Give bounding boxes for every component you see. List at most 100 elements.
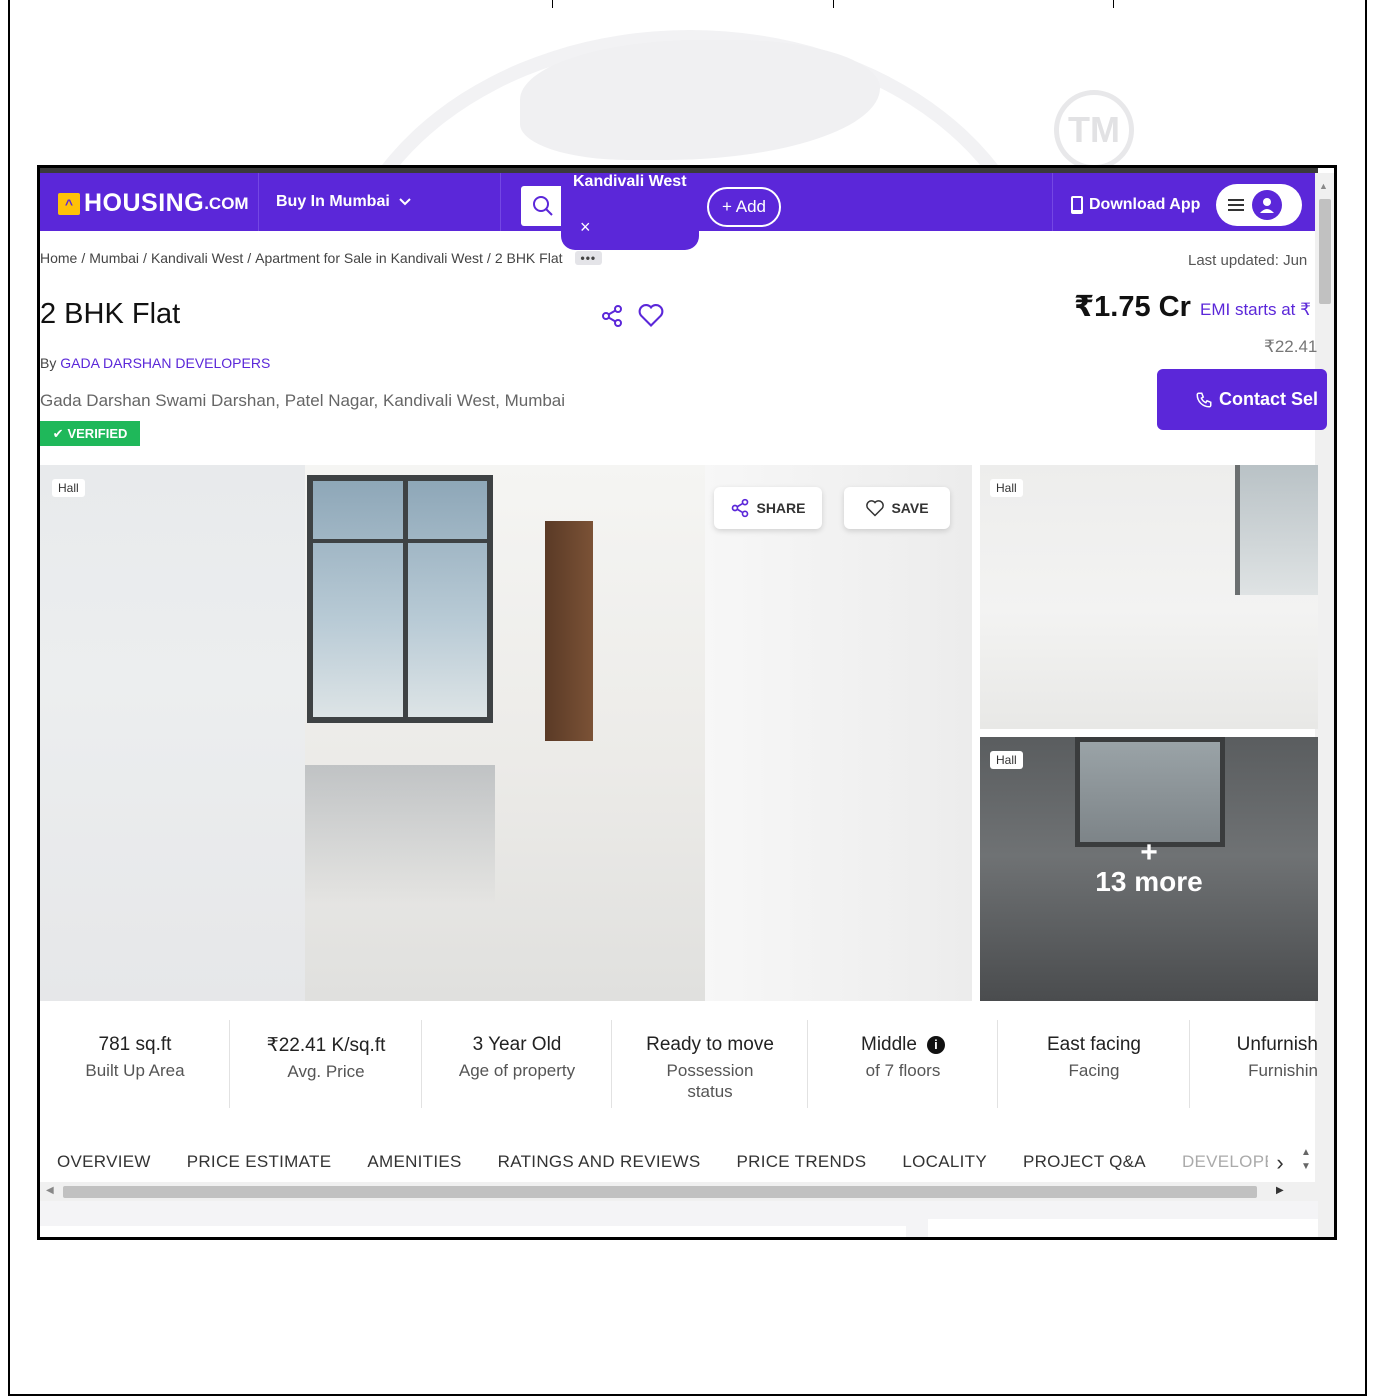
breadcrumb-city[interactable]: Mumbai [89,250,139,266]
save-button[interactable]: SAVE [844,487,950,529]
thumbnail-photo[interactable]: Hall [980,465,1318,729]
scroll-left-arrow-icon[interactable]: ◀ [46,1185,54,1196]
buy-menu-label: Buy In Mumbai [276,193,390,210]
gallery-blur-left [40,465,305,1001]
browser-window: ^ HOUSING .COM Buy In Mumbai Kandivali W… [37,165,1337,1240]
share-icon [732,498,749,518]
stat-furnishing: Unfurnish Furnishin [1190,1016,1318,1108]
breadcrumb-separator: / [81,250,86,266]
tab-ratings-and-reviews[interactable]: RATINGS AND REVIEWS [498,1152,701,1172]
stat-floor: Middle i of 7 floors [808,1016,998,1108]
contact-button-label: Contact Sel [1219,389,1319,409]
spin-up-icon[interactable]: ▲ [1301,1146,1311,1160]
window-mullion [403,481,408,717]
main-photo[interactable] [305,465,705,1001]
verified-badge: ✔ VERIFIED [40,421,140,446]
logo-sub: .COM [204,193,249,213]
horizontal-scroll-thumb[interactable] [63,1186,1257,1198]
vertical-scroll-thumb[interactable] [1319,199,1331,304]
tab-locality[interactable]: LOCALITY [902,1152,987,1172]
search-location-tag[interactable]: Kandivali West × [561,173,699,250]
stat-value: Unfurnish [1236,1034,1318,1055]
download-app-link[interactable]: Download App [1070,195,1200,215]
logo-text: HOUSING [84,189,205,217]
main-photo-gallery[interactable]: Hall SHARE SAVE [40,465,972,1001]
photo-tag: Hall [990,479,1023,497]
listing-address: Gada Darshan Swami Darshan, Patel Nagar,… [40,391,566,410]
tab-amenities[interactable]: AMENITIES [367,1152,461,1172]
scroll-right-arrow-icon[interactable]: ▶ [1276,1185,1284,1196]
photo-door [545,521,593,741]
breadcrumb-more-button[interactable]: ••• [574,251,603,265]
nav-divider [258,173,259,231]
horizontal-scrollbar[interactable]: ◀ ▶ [40,1182,1318,1201]
user-menu-button[interactable] [1216,184,1302,226]
more-photos-thumbnail[interactable]: Hall + 13 more [980,737,1318,1001]
stat-label: Possession status [666,1061,754,1101]
tab-overview[interactable]: OVERVIEW [57,1152,151,1172]
info-icon[interactable]: i [926,1035,945,1054]
emi-link[interactable]: EMI starts at ₹ [1200,300,1318,320]
developer-link[interactable]: GADA DARSHAN DEVELOPERS [60,355,270,371]
frame-tick [1113,0,1114,8]
tab-scroll-spinner[interactable]: ▲ ▼ [1296,1146,1316,1180]
housing-logo[interactable]: ^ HOUSING .COM [58,189,249,218]
window-bar [313,539,487,543]
tab-project-qa[interactable]: PROJECT Q&A [1023,1152,1146,1172]
stat-value: Ready to move [646,1034,774,1055]
verified-label: VERIFIED [67,426,128,441]
stat-value: Middle [861,1034,917,1055]
stat-value-wrap: Middle i [861,1034,945,1056]
user-icon [1260,198,1274,213]
chevron-right-icon[interactable]: › [1268,1148,1292,1178]
photo-floor-reflection [305,765,495,905]
stat-label: of 7 floors [865,1061,941,1080]
share-label: SHARE [756,500,806,516]
developer-line: By GADA DARSHAN DEVELOPERS [40,355,270,371]
add-location-button[interactable]: + Add [707,187,781,227]
nav-divider [500,173,501,231]
spin-down-icon[interactable]: ▼ [1301,1160,1311,1174]
breadcrumb-separator: / [143,250,147,266]
stat-value: ₹22.41 K/sq.ft [266,1035,386,1056]
scroll-up-arrow-icon[interactable]: ▲ [1319,181,1328,191]
top-navbar: ^ HOUSING .COM Buy In Mumbai Kandivali W… [40,168,1318,250]
overview-card [40,1226,906,1237]
photo-window [307,475,493,723]
breadcrumb: Home / Mumbai / Kandivali West / Apartme… [40,250,603,266]
stat-facing: East facing Facing [998,1016,1190,1108]
stat-age: 3 Year Old Age of property [422,1016,612,1108]
breadcrumb-separator: / [486,250,491,266]
buy-in-city-dropdown[interactable]: Buy In Mumbai [276,193,412,211]
tab-price-trends[interactable]: PRICE TRENDS [736,1152,866,1172]
side-card [928,1219,1318,1237]
section-tabs: OVERVIEW PRICE ESTIMATE AMENITIES RATING… [40,1142,1318,1182]
listing-price: ₹1.75 Cr [1074,291,1191,323]
search-button[interactable] [521,186,565,226]
share-icon[interactable] [600,304,624,333]
download-app-label: Download App [1089,196,1201,213]
plus-icon: + [1140,836,1158,869]
stat-label: Age of property [458,1061,576,1080]
checkmark-icon: ✔ [52,425,64,441]
breadcrumb-home[interactable]: Home [40,250,77,266]
tab-price-estimate[interactable]: PRICE ESTIMATE [187,1152,332,1172]
price-per-sqft: ₹22.41 [1264,337,1318,356]
breadcrumb-locality[interactable]: Kandivali West [151,250,243,266]
save-label: SAVE [891,500,929,516]
stat-label: Built Up Area [85,1061,185,1080]
breadcrumb-separator: / [247,250,252,266]
stat-label: Avg. Price [287,1062,365,1081]
photo-tag: Hall [52,479,85,497]
breadcrumb-category[interactable]: Apartment for Sale in Kandivali West [255,250,483,266]
stat-label: Furnishin [1248,1061,1318,1080]
frame-tick [552,0,553,8]
contact-seller-button[interactable]: Contact Sel [1157,369,1327,430]
more-photos-overlay[interactable]: + 13 more [980,737,1318,1001]
page-title: 2 BHK Flat [40,298,181,330]
breadcrumb-current: 2 BHK Flat [494,250,563,266]
share-button[interactable]: SHARE [714,487,822,529]
heart-icon[interactable] [637,301,665,334]
last-updated: Last updated: Jun [1188,252,1308,269]
close-icon[interactable]: × [580,217,591,238]
